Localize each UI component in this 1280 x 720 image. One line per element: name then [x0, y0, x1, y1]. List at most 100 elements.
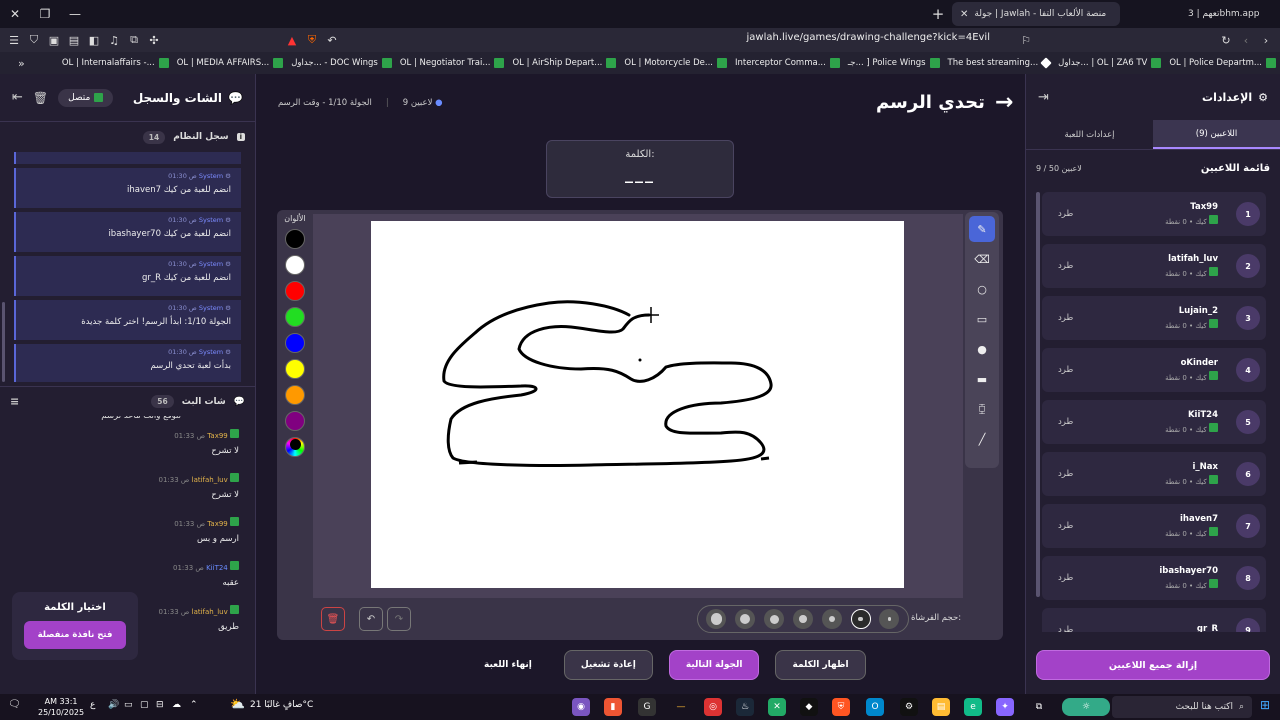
app-icon[interactable]: ◎: [704, 698, 722, 716]
brush-size-option[interactable]: [706, 609, 727, 629]
color-swatch[interactable]: [285, 229, 305, 249]
arrow-right-icon[interactable]: →: [995, 90, 1013, 115]
outlook-icon[interactable]: O: [866, 698, 884, 716]
display-icon[interactable]: ▢: [140, 700, 149, 710]
kick-player-button[interactable]: طرد: [1058, 261, 1073, 271]
kick-player-button[interactable]: طرد: [1058, 573, 1073, 583]
bookmark-item[interactable]: جداول... - DOC Wings: [291, 58, 392, 68]
new-tab-icon[interactable]: +: [928, 4, 948, 24]
bookmark-item[interactable]: OL | Negotiator Trai...: [400, 58, 505, 68]
reader-icon[interactable]: ▤: [64, 30, 84, 50]
color-swatch[interactable]: [285, 411, 305, 431]
clock[interactable]: AM 33:1 25/10/2025: [38, 696, 84, 718]
bookmark-item[interactable]: OL | Motorcycle De...: [624, 58, 727, 68]
restore-window-icon[interactable]: ❐: [30, 0, 60, 28]
undo-icon[interactable]: ↶: [359, 607, 383, 631]
bookmark-item[interactable]: OL | Internalaffairs -...: [62, 58, 169, 68]
bookmark-item[interactable]: Interceptor Comma...: [735, 58, 840, 68]
next-round-button[interactable]: الجولة التالية: [668, 650, 760, 680]
end-game-button[interactable]: إنهاء اللعبة: [468, 650, 548, 680]
filled-rect-tool-icon[interactable]: ▬: [969, 366, 995, 392]
settings-app-icon[interactable]: ⚙: [900, 698, 918, 716]
tab-players[interactable]: اللاعبين (9): [1153, 120, 1280, 149]
share-icon[interactable]: ↶: [322, 30, 342, 50]
clear-canvas-icon[interactable]: 🗑: [321, 607, 345, 631]
color-swatch[interactable]: [285, 281, 305, 301]
app-icon[interactable]: ◉: [572, 698, 590, 716]
windows-start-icon[interactable]: ⊞: [1260, 698, 1270, 712]
tray-overflow-icon[interactable]: ⌃: [190, 700, 198, 710]
more-bookmarks-icon[interactable]: »: [18, 57, 25, 70]
menu-icon[interactable]: ☰: [4, 30, 24, 50]
redo-icon[interactable]: ↷: [387, 607, 411, 631]
close-window-icon[interactable]: ✕: [0, 0, 30, 28]
copilot-icon[interactable]: ✦: [996, 698, 1014, 716]
scrollbar[interactable]: [2, 302, 5, 382]
brush-size-option[interactable]: [792, 609, 813, 629]
system-log-header[interactable]: 14 سجل النظام i: [0, 122, 255, 152]
brush-size-option[interactable]: [735, 609, 756, 629]
color-swatch[interactable]: [285, 333, 305, 353]
url-field[interactable]: jawlah.live/games/drawing-challenge?kick…: [360, 32, 990, 49]
app-icon[interactable]: ◆: [800, 698, 818, 716]
bookmark-item[interactable]: جداول... | OL | ZA6 TV: [1058, 58, 1162, 68]
extensions-icon[interactable]: ✣: [144, 30, 164, 50]
tab-game-settings[interactable]: إعدادات اللعبة: [1026, 120, 1153, 149]
taskbar-search[interactable]: اكتب هنا للبحث ⌕: [1112, 696, 1252, 718]
trash-icon[interactable]: 🗑: [33, 91, 48, 105]
brave-rewards-icon[interactable]: ▲: [282, 30, 302, 50]
bookmark-item[interactable]: OL | MEDIA AFFAIRS...: [177, 58, 284, 68]
collapse-panel-icon[interactable]: ⇤: [12, 90, 23, 105]
wallet-icon[interactable]: ▣: [44, 30, 64, 50]
weather-text[interactable]: صافٍ غالبًا 21°C: [250, 700, 313, 710]
color-swatch[interactable]: [285, 359, 305, 379]
brush-size-option[interactable]: [850, 609, 871, 629]
kick-player-button[interactable]: طرد: [1058, 209, 1073, 219]
cloud-icon[interactable]: ☁: [172, 700, 181, 710]
tab-3bhm[interactable]: تعهم | 3bhm.app: [1180, 2, 1280, 26]
reveal-word-button[interactable]: اظهار الكلمة: [775, 650, 866, 680]
open-popup-button[interactable]: فتح نافذة منفصلة: [24, 621, 126, 649]
screenshot-icon[interactable]: ⧉: [124, 30, 144, 50]
kick-player-button[interactable]: طرد: [1058, 469, 1073, 479]
filled-circle-tool-icon[interactable]: ●: [969, 336, 995, 362]
kick-player-button[interactable]: طرد: [1058, 365, 1073, 375]
reload-icon[interactable]: ↻: [1216, 30, 1236, 50]
bookmark-item[interactable]: OL | Police Departm...: [1169, 58, 1276, 68]
file-explorer-icon[interactable]: ▤: [932, 698, 950, 716]
forward-icon[interactable]: ›: [1256, 30, 1276, 50]
widgets-icon[interactable]: ☼: [1062, 698, 1110, 716]
language-indicator[interactable]: ع: [90, 700, 95, 710]
app-icon[interactable]: G: [638, 698, 656, 716]
custom-color-picker[interactable]: [285, 437, 305, 457]
live-chat-header[interactable]: ≡ 56 شات البث 💬: [0, 386, 255, 416]
tab-jawlah[interactable]: ✕ جولة | Jawlah - منصة الألعاب التفا: [952, 2, 1120, 26]
color-swatch[interactable]: [285, 385, 305, 405]
brush-size-option[interactable]: [879, 609, 900, 629]
drawing-canvas[interactable]: [371, 221, 904, 588]
close-tab-icon[interactable]: ✕: [960, 9, 968, 20]
brave-icon[interactable]: ⛨: [832, 698, 850, 716]
color-swatch[interactable]: [285, 255, 305, 275]
task-view-icon[interactable]: ⧉: [1030, 698, 1048, 716]
pen-tool-icon[interactable]: ✎: [969, 216, 995, 242]
kick-player-button[interactable]: طرد: [1058, 417, 1073, 427]
bookmark-item[interactable]: جـ... ] Police Wings: [848, 58, 940, 68]
remove-all-players-button[interactable]: إزالة جميع اللاعبين: [1036, 650, 1270, 680]
brush-size-option[interactable]: [764, 609, 785, 629]
network-icon[interactable]: ▭: [124, 700, 133, 710]
app-icon[interactable]: —: [672, 698, 690, 716]
line-tool-icon[interactable]: ╱: [969, 426, 995, 452]
color-swatch[interactable]: [285, 307, 305, 327]
usb-icon[interactable]: ⊟: [156, 700, 164, 710]
eraser-tool-icon[interactable]: ⌫: [969, 246, 995, 272]
collapse-panel-icon[interactable]: ⇥: [1038, 90, 1049, 105]
bookmark-item[interactable]: The best streaming...: [948, 57, 1052, 69]
rectangle-tool-icon[interactable]: ▭: [969, 306, 995, 332]
app-icon[interactable]: ▮: [604, 698, 622, 716]
volume-icon[interactable]: 🔊: [108, 700, 119, 710]
kick-player-button[interactable]: طرد: [1058, 521, 1073, 531]
kick-player-button[interactable]: طرد: [1058, 625, 1073, 632]
minimize-window-icon[interactable]: —: [60, 0, 90, 28]
app-icon[interactable]: ✕: [768, 698, 786, 716]
